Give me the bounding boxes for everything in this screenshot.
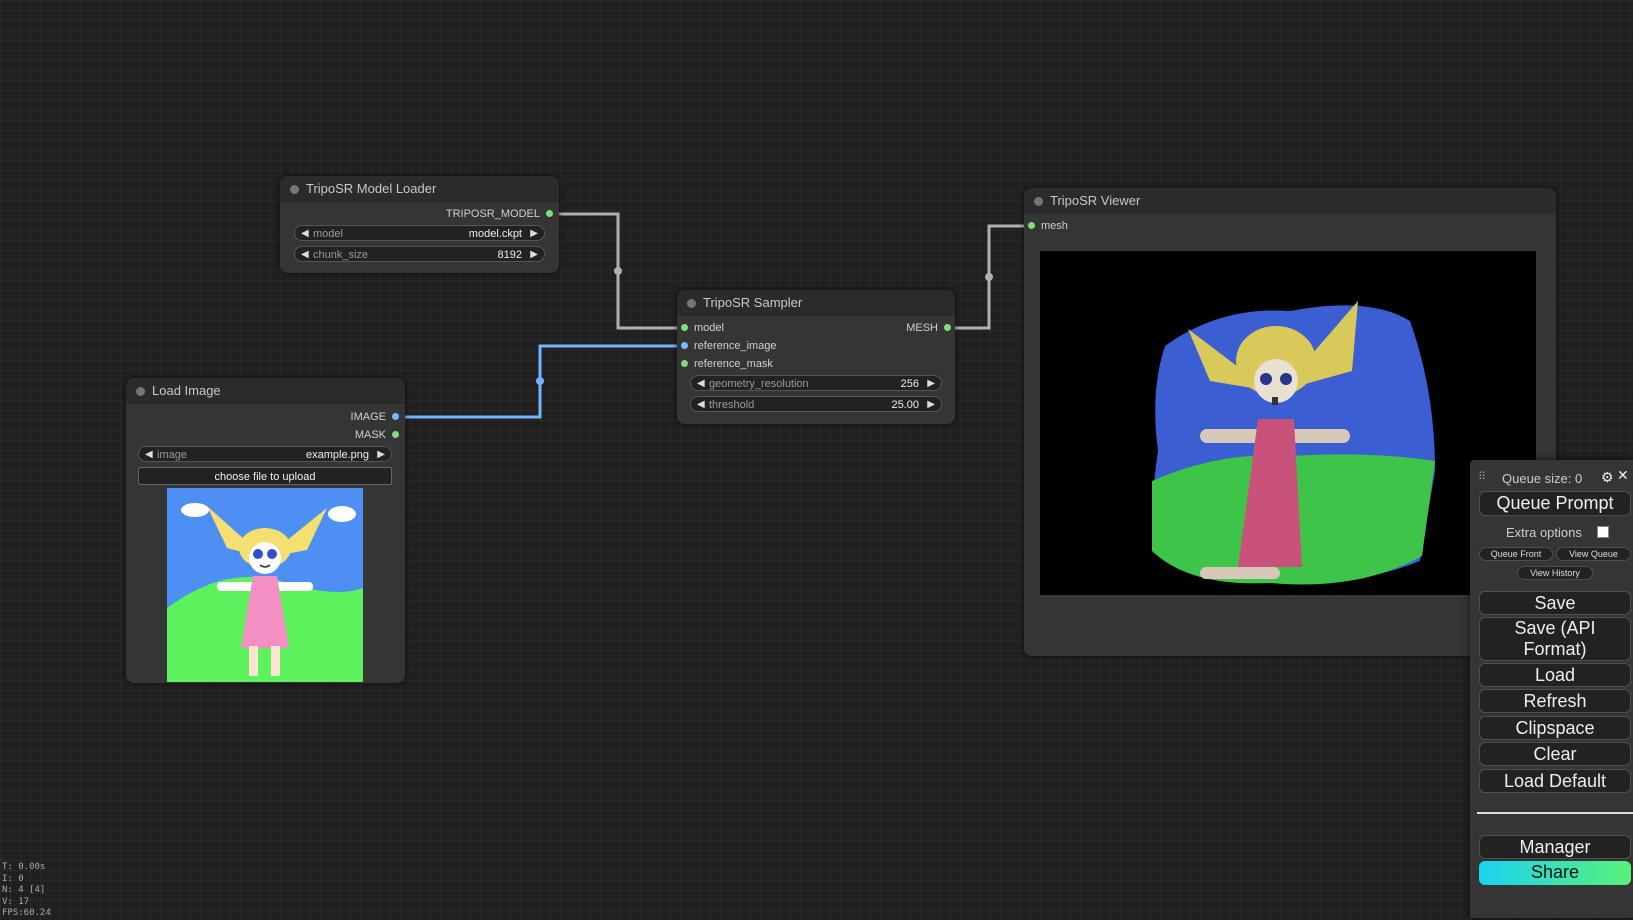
node-title-text: TripoSR Sampler	[703, 295, 803, 310]
input-reference-mask[interactable]: reference_mask	[681, 356, 773, 372]
input-pin-icon[interactable]	[681, 341, 688, 349]
increment-arrow-icon[interactable]: ▶	[927, 397, 935, 413]
decrement-arrow-icon[interactable]: ◀	[697, 376, 705, 392]
link-image-midpoint	[536, 377, 544, 385]
node-load-image[interactable]: Load Image IMAGE MASK ◀ image example.pn…	[126, 378, 405, 683]
comfy-menu[interactable]: ⠿ Queue size: 0 ⚙ ✕ Queue Prompt Extra o…	[1470, 460, 1633, 918]
output-mask[interactable]: MASK	[355, 427, 399, 443]
widget-value: example.png	[306, 449, 369, 461]
node-title[interactable]: TripoSR Model Loader	[280, 176, 559, 202]
output-label: MASK	[354, 429, 386, 441]
link-model-midpoint	[614, 267, 622, 275]
widget-label: geometry_resolution	[709, 378, 809, 390]
mesh-viewport[interactable]	[1040, 251, 1536, 595]
output-triposr-model[interactable]: TRIPOSR_MODEL	[446, 206, 553, 222]
widget-value: model.ckpt	[468, 228, 522, 240]
output-label: IMAGE	[350, 411, 386, 423]
increment-arrow-icon[interactable]: ▶	[530, 226, 538, 242]
close-icon[interactable]: ✕	[1617, 467, 1629, 484]
node-title-text: TripoSR Viewer	[1050, 193, 1141, 208]
link-mesh-midpoint	[985, 273, 993, 281]
input-model[interactable]: model	[681, 320, 724, 336]
decrement-arrow-icon[interactable]: ◀	[145, 447, 153, 463]
drag-handle-icon[interactable]: ⠿	[1478, 470, 1486, 483]
decrement-arrow-icon[interactable]: ◀	[301, 226, 309, 242]
widget-value: 8192	[497, 249, 522, 261]
input-label: model	[694, 322, 724, 334]
choose-file-button[interactable]: choose file to upload	[138, 467, 392, 485]
input-reference-image[interactable]: reference_image	[681, 338, 777, 354]
clipspace-button[interactable]: Clipspace	[1479, 716, 1631, 740]
output-pin-icon[interactable]	[944, 323, 951, 331]
extra-options-label: Extra options	[1506, 525, 1582, 540]
node-triposr-model-loader[interactable]: TripoSR Model Loader TRIPOSR_MODEL ◀ mod…	[280, 176, 559, 273]
widget-label: model	[313, 228, 343, 240]
stat-line: V: 17	[2, 896, 30, 907]
increment-arrow-icon[interactable]: ▶	[530, 247, 538, 263]
load-default-button[interactable]: Load Default	[1479, 769, 1631, 793]
node-title-text: Load Image	[152, 383, 221, 398]
input-pin-icon[interactable]	[1028, 221, 1035, 229]
input-pin-icon[interactable]	[681, 323, 688, 331]
output-label: TRIPOSR_MODEL	[445, 208, 540, 220]
extra-options-checkbox[interactable]	[1597, 526, 1609, 538]
collapse-dot-icon[interactable]	[1034, 197, 1043, 206]
clear-button[interactable]: Clear	[1479, 742, 1631, 766]
output-image[interactable]: IMAGE	[351, 409, 399, 425]
output-pin-icon[interactable]	[392, 430, 399, 438]
gear-icon[interactable]: ⚙	[1601, 469, 1614, 486]
collapse-dot-icon[interactable]	[687, 299, 696, 308]
stat-line: N: 4 [4]	[2, 885, 46, 895]
widget-value: 25.00	[891, 399, 919, 411]
node-triposr-sampler[interactable]: TripoSR Sampler model reference_image re…	[677, 290, 955, 424]
input-label: reference_mask	[694, 358, 773, 370]
output-pin-icon[interactable]	[392, 412, 399, 420]
stat-line: T: 0.00s	[2, 862, 46, 872]
node-title[interactable]: Load Image	[126, 378, 405, 404]
widget-model[interactable]: ◀ model model.ckpt ▶	[294, 225, 545, 241]
output-label: MESH	[906, 322, 938, 334]
output-pin-icon[interactable]	[546, 209, 553, 217]
decrement-arrow-icon[interactable]: ◀	[697, 397, 705, 413]
widget-label: chunk_size	[313, 249, 369, 261]
share-button[interactable]: Share	[1479, 861, 1631, 885]
widget-label: image	[157, 449, 187, 461]
queue-prompt-button[interactable]: Queue Prompt	[1479, 491, 1631, 516]
increment-arrow-icon[interactable]: ▶	[377, 447, 385, 463]
image-preview	[167, 488, 363, 682]
collapse-dot-icon[interactable]	[136, 387, 145, 396]
save-button[interactable]: Save	[1479, 591, 1631, 615]
increment-arrow-icon[interactable]: ▶	[927, 376, 935, 392]
widget-value: 256	[900, 378, 919, 390]
input-label: reference_image	[694, 340, 777, 352]
manager-button[interactable]: Manager	[1479, 835, 1631, 859]
view-queue-button[interactable]: View Queue	[1556, 547, 1631, 561]
save-api-format-button[interactable]: Save (API Format)	[1479, 617, 1631, 661]
collapse-dot-icon[interactable]	[290, 185, 299, 194]
input-pin-icon[interactable]	[681, 359, 688, 367]
widget-chunk-size[interactable]: ◀ chunk_size 8192 ▶	[294, 246, 545, 262]
stat-line: I: 0	[2, 873, 24, 884]
view-history-button[interactable]: View History	[1517, 566, 1593, 580]
widget-image[interactable]: ◀ image example.png ▶	[138, 446, 392, 462]
refresh-button[interactable]: Refresh	[1479, 689, 1631, 713]
queue-front-button[interactable]: Queue Front	[1479, 547, 1553, 561]
load-button[interactable]: Load	[1479, 663, 1631, 687]
node-title-text: TripoSR Model Loader	[306, 181, 437, 196]
output-mesh[interactable]: MESH	[906, 320, 951, 336]
decrement-arrow-icon[interactable]: ◀	[301, 247, 309, 263]
node-title[interactable]: TripoSR Sampler	[677, 290, 955, 316]
node-title[interactable]: TripoSR Viewer	[1024, 188, 1556, 214]
widget-geometry-resolution[interactable]: ◀ geometry_resolution 256 ▶	[690, 375, 942, 391]
queue-size: Queue size: 0	[1502, 471, 1583, 486]
render-stats: T: 0.00s I: 0 N: 4 [4] V: 17 FPS:60.24	[2, 862, 51, 920]
menu-divider	[1477, 812, 1633, 814]
input-label: mesh	[1041, 220, 1068, 232]
widget-label: threshold	[709, 399, 755, 411]
widget-threshold[interactable]: ◀ threshold 25.00 ▶	[690, 396, 942, 412]
input-mesh[interactable]: mesh	[1028, 218, 1068, 234]
